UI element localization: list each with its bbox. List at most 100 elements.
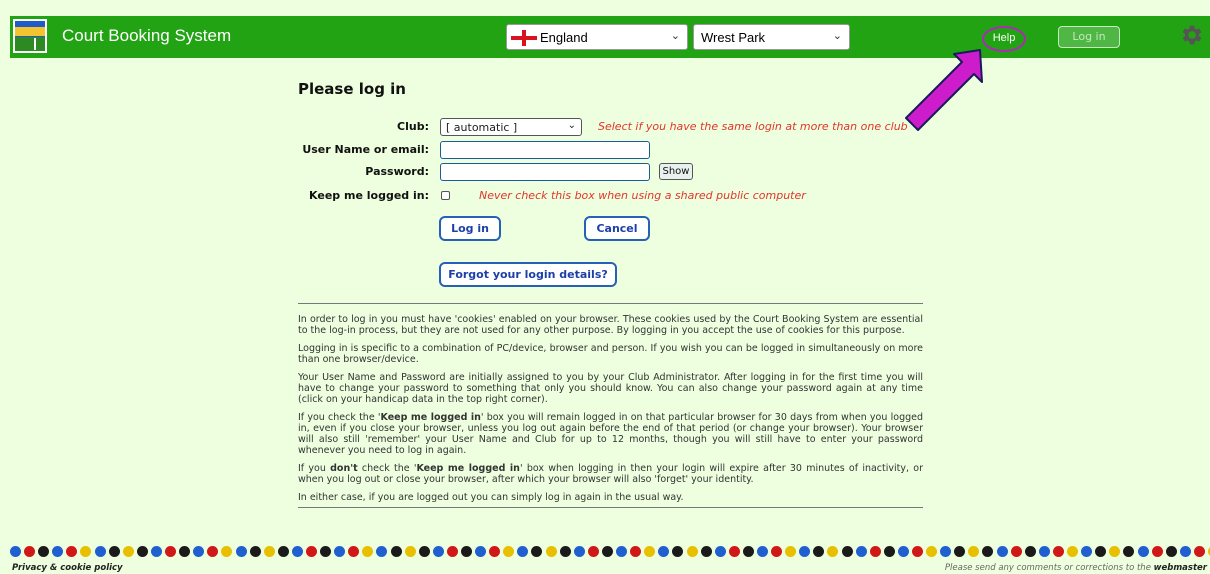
decorative-dot — [1095, 546, 1107, 557]
country-select-value: England — [540, 30, 588, 45]
cancel-button[interactable]: Cancel — [584, 216, 650, 241]
club-select[interactable]: [ automatic ] ⌄ — [440, 118, 582, 136]
decorative-dot — [883, 546, 895, 557]
decorative-dot — [686, 546, 698, 557]
decorative-dot — [1024, 546, 1036, 557]
decorative-dot — [1010, 546, 1022, 557]
club-select-value: [ automatic ] — [446, 121, 518, 134]
decorative-dot — [728, 546, 740, 557]
password-label: Password: — [365, 165, 429, 178]
decorative-dot — [1123, 546, 1135, 557]
club-label: Club: — [397, 120, 429, 133]
decorative-dot — [1052, 546, 1064, 557]
decorative-dot — [1038, 546, 1050, 557]
decorative-dot — [1179, 546, 1191, 557]
forgot-login-button[interactable]: Forgot your login details? — [439, 262, 617, 287]
decorative-dot — [954, 546, 966, 557]
club-hint: Select if you have the same login at mor… — [598, 120, 908, 133]
decorative-dot — [503, 546, 515, 557]
info-paragraph: If you don't check the 'Keep me logged i… — [298, 463, 923, 485]
decorative-dot — [1081, 546, 1093, 557]
decorative-dot — [1193, 546, 1205, 557]
decorative-dot — [799, 546, 811, 557]
decorative-dot — [362, 546, 374, 557]
decorative-dot — [672, 546, 684, 557]
decorative-dot — [52, 546, 64, 557]
decorative-dot — [940, 546, 952, 557]
pointer-arrow-icon — [905, 49, 983, 131]
decorative-dot — [404, 546, 416, 557]
decorative-dot — [1137, 546, 1149, 557]
decorative-dot — [827, 546, 839, 557]
decorative-dot — [616, 546, 628, 557]
decorative-dot — [1151, 546, 1163, 557]
show-password-button[interactable]: Show — [659, 163, 693, 180]
decorative-dot — [446, 546, 458, 557]
decorative-dot — [165, 546, 177, 557]
info-paragraph: In order to log in you must have 'cookie… — [298, 314, 923, 336]
decorative-dot — [573, 546, 585, 557]
decorative-dot — [897, 546, 909, 557]
decorative-dot — [136, 546, 148, 557]
decorative-dot — [66, 546, 78, 557]
decorative-dot — [545, 546, 557, 557]
decorative-dot — [38, 546, 50, 557]
decorative-dot — [813, 546, 825, 557]
keep-logged-in-checkbox[interactable] — [441, 191, 450, 200]
decorative-dot — [714, 546, 726, 557]
info-paragraph: If you check the 'Keep me logged in' box… — [298, 412, 924, 456]
decorative-dot — [320, 546, 332, 557]
decorative-dot — [108, 546, 120, 557]
decorative-dot — [1165, 546, 1177, 557]
decorative-dot — [221, 546, 233, 557]
decorative-dot — [841, 546, 853, 557]
decorative-dot — [150, 546, 162, 557]
decorative-dot — [24, 546, 36, 557]
decorative-dot-strip — [10, 546, 1210, 560]
decorative-dot — [277, 546, 289, 557]
footer-note: Please send any comments or corrections … — [944, 563, 1207, 573]
decorative-dot — [305, 546, 317, 557]
keep-logged-in-label: Keep me logged in: — [309, 189, 429, 202]
header-login-button[interactable]: Log in — [1058, 26, 1120, 48]
decorative-dot — [94, 546, 106, 557]
decorative-dot — [263, 546, 275, 557]
club-location-select[interactable]: Wrest Park ⌄ — [693, 24, 850, 50]
username-input[interactable] — [440, 141, 650, 159]
decorative-dot — [291, 546, 303, 557]
login-button[interactable]: Log in — [439, 216, 501, 241]
decorative-dot — [334, 546, 346, 557]
decorative-dot — [461, 546, 472, 557]
decorative-dot — [376, 546, 388, 557]
decorative-dot — [742, 546, 754, 557]
login-info-text: In order to log in you must have 'cookie… — [298, 303, 923, 508]
decorative-dot — [179, 546, 191, 557]
country-select[interactable]: England ⌄ — [506, 24, 688, 50]
gear-icon[interactable] — [1178, 22, 1204, 48]
decorative-dot — [644, 546, 656, 557]
decorative-dot — [193, 546, 205, 557]
decorative-dot — [587, 546, 599, 557]
password-input[interactable] — [440, 163, 650, 181]
decorative-dot — [531, 546, 543, 557]
info-paragraph: Your User Name and Password are initiall… — [298, 372, 923, 405]
username-label: User Name or email: — [302, 143, 429, 156]
chevron-down-icon: ⌄ — [567, 120, 576, 131]
decorative-dot — [207, 546, 219, 557]
decorative-dot — [10, 546, 21, 557]
decorative-dot — [630, 546, 642, 557]
decorative-dot — [122, 546, 134, 557]
england-flag-icon — [511, 30, 537, 46]
decorative-dot — [235, 546, 247, 557]
decorative-dot — [348, 546, 360, 557]
chevron-down-icon: ⌄ — [670, 30, 680, 42]
club-location-value: Wrest Park — [701, 30, 766, 45]
decorative-dot — [432, 546, 444, 557]
app-title[interactable]: Court Booking System — [62, 26, 231, 46]
webmaster-link[interactable]: webmaster — [1154, 563, 1207, 573]
decorative-dot — [559, 546, 571, 557]
decorative-dot — [80, 546, 92, 557]
privacy-policy-link[interactable]: Privacy & cookie policy — [12, 563, 123, 573]
app-logo[interactable] — [13, 19, 47, 53]
decorative-dot — [912, 546, 923, 557]
